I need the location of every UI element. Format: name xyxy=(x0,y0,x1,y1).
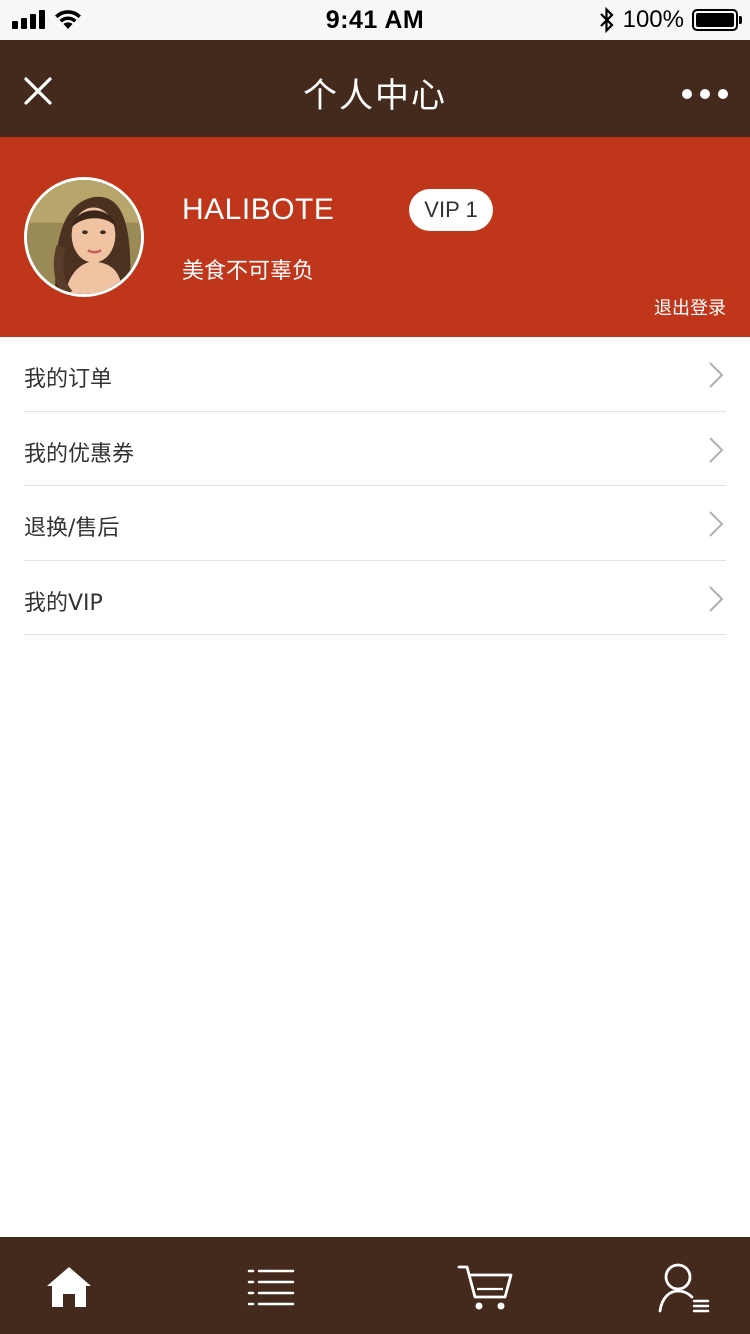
menu-item-orders[interactable]: 我的订单 xyxy=(24,337,726,412)
menu-item-label: 我的VIP xyxy=(24,590,103,616)
tab-cart[interactable] xyxy=(455,1259,515,1315)
battery-icon xyxy=(692,9,742,31)
chevron-right-icon xyxy=(709,511,724,537)
nav-bar: 个人中心 xyxy=(0,40,750,137)
status-bar: 9:41 AM 100% xyxy=(0,0,750,40)
profile-icon xyxy=(658,1263,710,1313)
logout-link[interactable]: 退出登录 xyxy=(654,294,726,320)
chevron-right-icon xyxy=(709,362,724,388)
menu-item-label: 退换/售后 xyxy=(24,516,120,541)
menu-item-label: 我的订单 xyxy=(24,367,113,392)
user-signature: 美食不可辜负 xyxy=(182,259,315,284)
tab-list[interactable] xyxy=(241,1259,301,1315)
tab-home[interactable] xyxy=(39,1259,99,1315)
menu-item-label: 我的优惠券 xyxy=(24,441,135,467)
menu-list: 我的订单 我的优惠券 退换/售后 我的VIP xyxy=(0,337,750,635)
vip-badge[interactable]: VIP 1 xyxy=(409,189,493,231)
battery-percent: 100% xyxy=(622,6,684,33)
menu-item-vip[interactable]: 我的VIP xyxy=(24,561,726,635)
bluetooth-icon xyxy=(599,7,614,33)
username: HALIBOTE xyxy=(182,193,335,226)
avatar-image xyxy=(27,180,141,294)
profile-header: HALIBOTE VIP 1 美食不可辜负 退出登录 xyxy=(0,137,750,337)
more-icon[interactable] xyxy=(682,89,728,99)
status-right: 100% xyxy=(599,6,742,34)
chevron-right-icon xyxy=(709,585,724,612)
cart-icon xyxy=(457,1265,513,1310)
tab-profile[interactable] xyxy=(654,1259,714,1315)
menu-item-coupons[interactable]: 我的优惠券 xyxy=(24,412,726,486)
chevron-right-icon xyxy=(709,436,724,463)
tab-bar xyxy=(0,1237,750,1334)
avatar[interactable] xyxy=(24,177,144,297)
home-icon xyxy=(47,1267,91,1307)
list-icon xyxy=(247,1269,295,1306)
page-title: 个人中心 xyxy=(303,76,447,116)
menu-item-returns[interactable]: 退换/售后 xyxy=(24,486,726,561)
